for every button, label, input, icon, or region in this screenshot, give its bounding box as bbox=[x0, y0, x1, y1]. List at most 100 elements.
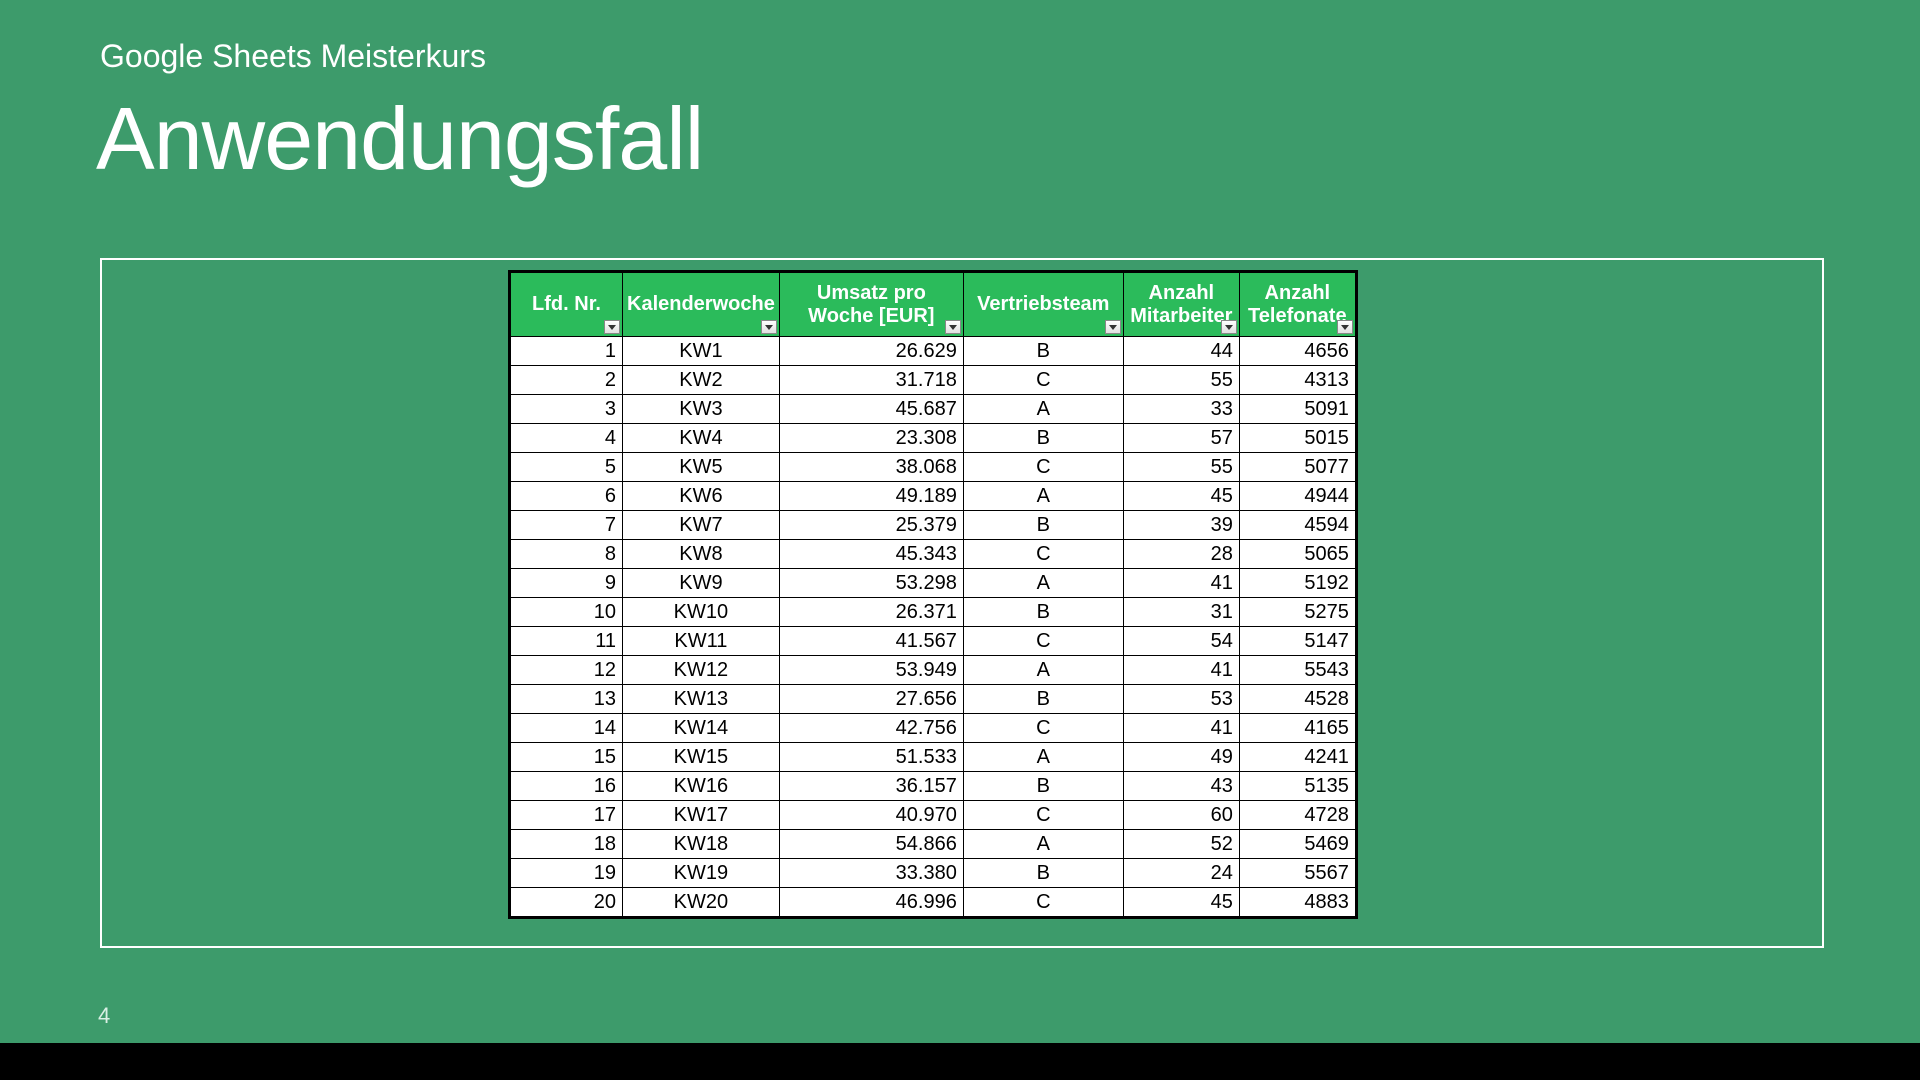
cell-kw: KW14 bbox=[623, 714, 780, 743]
table-row: 2KW231.718C554313 bbox=[511, 366, 1356, 395]
cell-tel: 5147 bbox=[1239, 627, 1355, 656]
cell-tel: 4241 bbox=[1239, 743, 1355, 772]
cell-kw: KW11 bbox=[623, 627, 780, 656]
cell-umsatz: 42.756 bbox=[779, 714, 963, 743]
cell-team: C bbox=[963, 801, 1123, 830]
col-header-mit-label: Anzahl Mitarbeiter bbox=[1130, 282, 1232, 327]
table-row: 8KW845.343C285065 bbox=[511, 540, 1356, 569]
table-row: 9KW953.298A415192 bbox=[511, 569, 1356, 598]
cell-nr: 10 bbox=[511, 598, 623, 627]
slide-subtitle: Google Sheets Meisterkurs bbox=[100, 38, 486, 75]
cell-umsatz: 40.970 bbox=[779, 801, 963, 830]
cell-umsatz: 33.380 bbox=[779, 859, 963, 888]
table-row: 12KW1253.949A415543 bbox=[511, 656, 1356, 685]
table-row: 10KW1026.371B315275 bbox=[511, 598, 1356, 627]
cell-mit: 41 bbox=[1123, 656, 1239, 685]
filter-icon[interactable] bbox=[1337, 320, 1353, 334]
cell-mit: 54 bbox=[1123, 627, 1239, 656]
table-row: 3KW345.687A335091 bbox=[511, 395, 1356, 424]
cell-nr: 5 bbox=[511, 453, 623, 482]
cell-nr: 11 bbox=[511, 627, 623, 656]
filter-icon[interactable] bbox=[1221, 320, 1237, 334]
cell-nr: 8 bbox=[511, 540, 623, 569]
cell-tel: 5543 bbox=[1239, 656, 1355, 685]
table-row: 16KW1636.157B435135 bbox=[511, 772, 1356, 801]
cell-kw: KW5 bbox=[623, 453, 780, 482]
cell-tel: 5077 bbox=[1239, 453, 1355, 482]
cell-team: B bbox=[963, 772, 1123, 801]
cell-tel: 4728 bbox=[1239, 801, 1355, 830]
cell-kw: KW15 bbox=[623, 743, 780, 772]
cell-team: C bbox=[963, 888, 1123, 917]
cell-kw: KW9 bbox=[623, 569, 780, 598]
cell-umsatz: 36.157 bbox=[779, 772, 963, 801]
filter-icon[interactable] bbox=[1105, 320, 1121, 334]
table-body: 1KW126.629B4446562KW231.718C5543133KW345… bbox=[511, 337, 1356, 917]
cell-mit: 55 bbox=[1123, 453, 1239, 482]
cell-tel: 4594 bbox=[1239, 511, 1355, 540]
cell-kw: KW12 bbox=[623, 656, 780, 685]
cell-umsatz: 49.189 bbox=[779, 482, 963, 511]
cell-kw: KW17 bbox=[623, 801, 780, 830]
col-header-tel: Anzahl Telefonate bbox=[1239, 273, 1355, 337]
cell-kw: KW7 bbox=[623, 511, 780, 540]
cell-mit: 41 bbox=[1123, 714, 1239, 743]
header-row: Lfd. Nr. Kalenderwoche Umsatz pro Woche … bbox=[511, 273, 1356, 337]
cell-kw: KW13 bbox=[623, 685, 780, 714]
cell-umsatz: 26.371 bbox=[779, 598, 963, 627]
table-row: 19KW1933.380B245567 bbox=[511, 859, 1356, 888]
cell-umsatz: 31.718 bbox=[779, 366, 963, 395]
cell-team: A bbox=[963, 743, 1123, 772]
cell-nr: 19 bbox=[511, 859, 623, 888]
table-row: 5KW538.068C555077 bbox=[511, 453, 1356, 482]
page-number: 4 bbox=[98, 1003, 110, 1029]
cell-tel: 5135 bbox=[1239, 772, 1355, 801]
cell-mit: 53 bbox=[1123, 685, 1239, 714]
cell-tel: 5469 bbox=[1239, 830, 1355, 859]
cell-tel: 4528 bbox=[1239, 685, 1355, 714]
table-row: 15KW1551.533A494241 bbox=[511, 743, 1356, 772]
cell-nr: 18 bbox=[511, 830, 623, 859]
cell-mit: 55 bbox=[1123, 366, 1239, 395]
cell-team: A bbox=[963, 830, 1123, 859]
col-header-team-label: Vertriebsteam bbox=[977, 293, 1109, 315]
cell-team: A bbox=[963, 482, 1123, 511]
cell-kw: KW1 bbox=[623, 337, 780, 366]
table-row: 18KW1854.866A525469 bbox=[511, 830, 1356, 859]
cell-tel: 5065 bbox=[1239, 540, 1355, 569]
col-header-nr: Lfd. Nr. bbox=[511, 273, 623, 337]
cell-umsatz: 45.343 bbox=[779, 540, 963, 569]
cell-mit: 41 bbox=[1123, 569, 1239, 598]
cell-kw: KW20 bbox=[623, 888, 780, 917]
cell-mit: 45 bbox=[1123, 888, 1239, 917]
cell-team: B bbox=[963, 337, 1123, 366]
cell-umsatz: 23.308 bbox=[779, 424, 963, 453]
cell-mit: 33 bbox=[1123, 395, 1239, 424]
col-header-umsatz: Umsatz pro Woche [EUR] bbox=[779, 273, 963, 337]
cell-tel: 4313 bbox=[1239, 366, 1355, 395]
cell-tel: 4944 bbox=[1239, 482, 1355, 511]
filter-icon[interactable] bbox=[945, 320, 961, 334]
cell-team: B bbox=[963, 859, 1123, 888]
cell-mit: 52 bbox=[1123, 830, 1239, 859]
table-row: 6KW649.189A454944 bbox=[511, 482, 1356, 511]
cell-tel: 5275 bbox=[1239, 598, 1355, 627]
cell-team: C bbox=[963, 627, 1123, 656]
table-row: 17KW1740.970C604728 bbox=[511, 801, 1356, 830]
table-row: 4KW423.308B575015 bbox=[511, 424, 1356, 453]
table-row: 13KW1327.656B534528 bbox=[511, 685, 1356, 714]
cell-umsatz: 54.866 bbox=[779, 830, 963, 859]
cell-mit: 43 bbox=[1123, 772, 1239, 801]
filter-icon[interactable] bbox=[604, 320, 620, 334]
cell-mit: 39 bbox=[1123, 511, 1239, 540]
filter-icon[interactable] bbox=[761, 320, 777, 334]
cell-mit: 28 bbox=[1123, 540, 1239, 569]
cell-kw: KW8 bbox=[623, 540, 780, 569]
cell-umsatz: 41.567 bbox=[779, 627, 963, 656]
cell-nr: 7 bbox=[511, 511, 623, 540]
cell-nr: 13 bbox=[511, 685, 623, 714]
cell-umsatz: 27.656 bbox=[779, 685, 963, 714]
cell-nr: 6 bbox=[511, 482, 623, 511]
cell-tel: 4883 bbox=[1239, 888, 1355, 917]
cell-mit: 44 bbox=[1123, 337, 1239, 366]
